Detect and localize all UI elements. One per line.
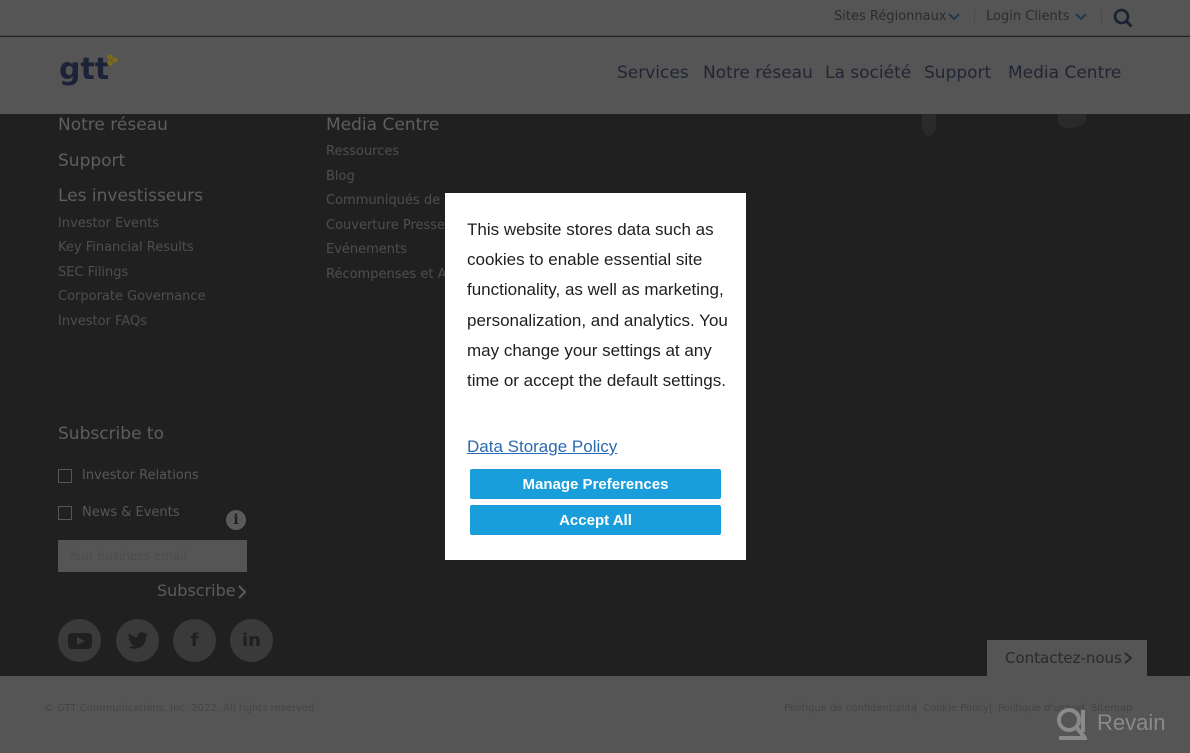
footer-heading-media-centre[interactable]: Media Centre — [326, 115, 439, 135]
linkedin-icon: in — [242, 630, 261, 651]
chevron-down-icon[interactable] — [1074, 10, 1088, 24]
privacy-link[interactable]: Politique de confidentialité — [784, 703, 917, 714]
footer-link[interactable]: Ressources — [326, 144, 399, 159]
checkbox-label[interactable]: Investor Relations — [82, 468, 199, 483]
chevron-right-icon[interactable] — [236, 584, 248, 600]
manage-preferences-button[interactable]: Manage Preferences — [470, 469, 721, 499]
contact-label: Contactez-nous — [1005, 649, 1122, 667]
nav-la-societe[interactable]: La société — [825, 63, 911, 83]
email-input[interactable] — [58, 540, 247, 572]
cookie-policy-link[interactable]: Cookie Policy — [923, 703, 989, 714]
footer-heading-investisseurs[interactable]: Les investisseurs — [58, 186, 203, 206]
twitter-button[interactable] — [116, 619, 159, 662]
data-storage-policy-link[interactable]: Data Storage Policy — [467, 437, 617, 457]
footer-link[interactable]: Corporate Governance — [58, 289, 206, 304]
cookie-consent-text: This website stores data such as cookies… — [467, 220, 728, 391]
nav-services[interactable]: Services — [617, 63, 689, 83]
subscribe-heading: Subscribe to — [58, 424, 164, 444]
utility-bar: Sites Régionnaux Login Clients — [0, 0, 1190, 36]
footer-link[interactable]: Investor Events — [58, 216, 159, 231]
info-icon[interactable]: i — [226, 510, 246, 530]
footer-link[interactable]: Key Financial Results — [58, 240, 194, 255]
chevron-down-icon[interactable] — [947, 10, 961, 24]
footer-link[interactable]: Blog — [326, 169, 355, 184]
checkbox-label[interactable]: News & Events — [82, 505, 180, 520]
chevron-right-icon — [1124, 652, 1133, 664]
world-map-decoration — [922, 114, 936, 136]
gtt-logo[interactable]: gtt — [59, 49, 129, 91]
facebook-button[interactable]: f — [173, 619, 216, 662]
footer-heading-notre-reseau[interactable]: Notre réseau — [58, 115, 168, 135]
footer-link[interactable]: SEC Filings — [58, 265, 128, 280]
main-header: gtt Services Notre réseau La société Sup… — [0, 37, 1190, 114]
accept-all-button[interactable]: Accept All — [470, 505, 721, 535]
footer-link[interactable]: Evénements — [326, 242, 407, 257]
bottom-bar: © GTT Communications, Inc. 2022. All rig… — [0, 676, 1190, 753]
youtube-icon — [67, 632, 92, 649]
nav-media-centre[interactable]: Media Centre — [1008, 63, 1121, 83]
revain-watermark: Revain — [1055, 706, 1165, 740]
nav-notre-reseau[interactable]: Notre réseau — [703, 63, 813, 83]
world-map-decoration — [1058, 114, 1086, 128]
footer-link[interactable]: Récompenses et An — [326, 267, 455, 282]
facebook-icon: f — [190, 630, 199, 651]
twitter-icon — [127, 631, 148, 649]
logo-text: gtt — [59, 52, 109, 87]
divider: | — [914, 703, 918, 714]
subscribe-button[interactable]: Subscribe — [157, 581, 236, 600]
divider: | — [989, 703, 993, 714]
revain-logo-icon — [1057, 708, 1087, 740]
divider — [974, 10, 975, 24]
search-icon[interactable] — [1112, 7, 1134, 29]
news-events-checkbox[interactable] — [58, 506, 72, 520]
cookie-consent-dialog: This website stores data such as cookies… — [445, 193, 746, 560]
footer-heading-support[interactable]: Support — [58, 151, 125, 171]
footer-link[interactable]: Couverture Presse — [326, 218, 445, 233]
contact-button[interactable]: Contactez-nous — [987, 640, 1147, 676]
linkedin-button[interactable]: in — [230, 619, 273, 662]
footer-link[interactable]: Communiqués de P — [326, 193, 452, 208]
copyright-text: © GTT Communications, Inc. 2022. All rig… — [44, 703, 315, 714]
investor-relations-checkbox[interactable] — [58, 469, 72, 483]
login-clients-link[interactable]: Login Clients — [986, 9, 1070, 24]
youtube-button[interactable] — [58, 619, 101, 662]
revain-text: Revain — [1097, 710, 1166, 735]
nav-support[interactable]: Support — [924, 63, 991, 83]
divider — [1101, 10, 1102, 24]
footer-link[interactable]: Investor FAQs — [58, 314, 147, 329]
regional-sites-link[interactable]: Sites Régionnaux — [834, 9, 947, 24]
